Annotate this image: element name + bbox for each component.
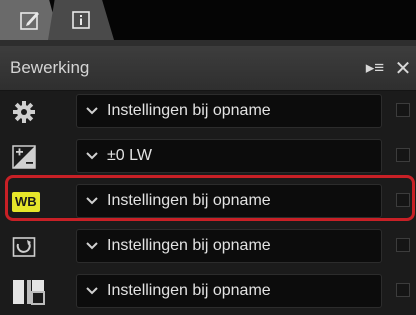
edit-pencil-icon [20,12,39,30]
chevron-down-icon [77,242,107,250]
chevron-down-icon [77,197,107,205]
dropdown-value: ±0 LW [107,147,152,164]
info-icon [72,11,90,29]
enable-checkbox[interactable] [396,238,410,252]
gear-icon [13,101,35,123]
active-d-lighting-icon [13,280,45,305]
white-balance-icon: WB [12,192,40,212]
exposure-compensation-icon [12,145,36,169]
dropdown-value: Instellingen bij opname [107,282,271,299]
settings-dropdown[interactable]: Instellingen bij opname [76,94,382,128]
chevron-down-icon [77,152,107,160]
panel-title: Bewerking [10,58,90,77]
tab-bar [0,0,416,46]
enable-checkbox[interactable] [396,103,410,117]
list-item-settings: Instellingen bij opname [0,90,416,135]
adjustment-list: Instellingen bij opname ±0 LW WB Instell… [0,90,416,315]
dropdown-value: Instellingen bij opname [107,192,271,209]
dropdown-value: Instellingen bij opname [107,237,271,254]
list-item-picture-control: Instellingen bij opname [0,225,416,270]
chevron-down-icon [77,107,107,115]
picture-control-dropdown[interactable]: Instellingen bij opname [76,229,382,263]
close-icon[interactable]: ✕ [390,56,416,81]
list-item-exposure: ±0 LW [0,135,416,180]
chevron-down-icon [77,287,107,295]
picture-control-icon [12,237,36,257]
exposure-dropdown[interactable]: ±0 LW [76,139,382,173]
dropdown-value: Instellingen bij opname [107,102,271,119]
white-balance-dropdown[interactable]: Instellingen bij opname [76,184,382,218]
active-d-lighting-dropdown[interactable]: Instellingen bij opname [76,274,382,308]
enable-checkbox[interactable] [396,193,410,207]
panel-header: Bewerking ▸≡ ✕ [0,46,416,91]
tab-info[interactable] [48,0,114,40]
enable-checkbox[interactable] [396,283,410,297]
panel-menu-icon[interactable]: ▸≡ [360,58,390,78]
list-item-active-d-lighting: Instellingen bij opname [0,270,416,315]
enable-checkbox[interactable] [396,148,410,162]
list-item-white-balance: WB Instellingen bij opname [0,180,416,225]
